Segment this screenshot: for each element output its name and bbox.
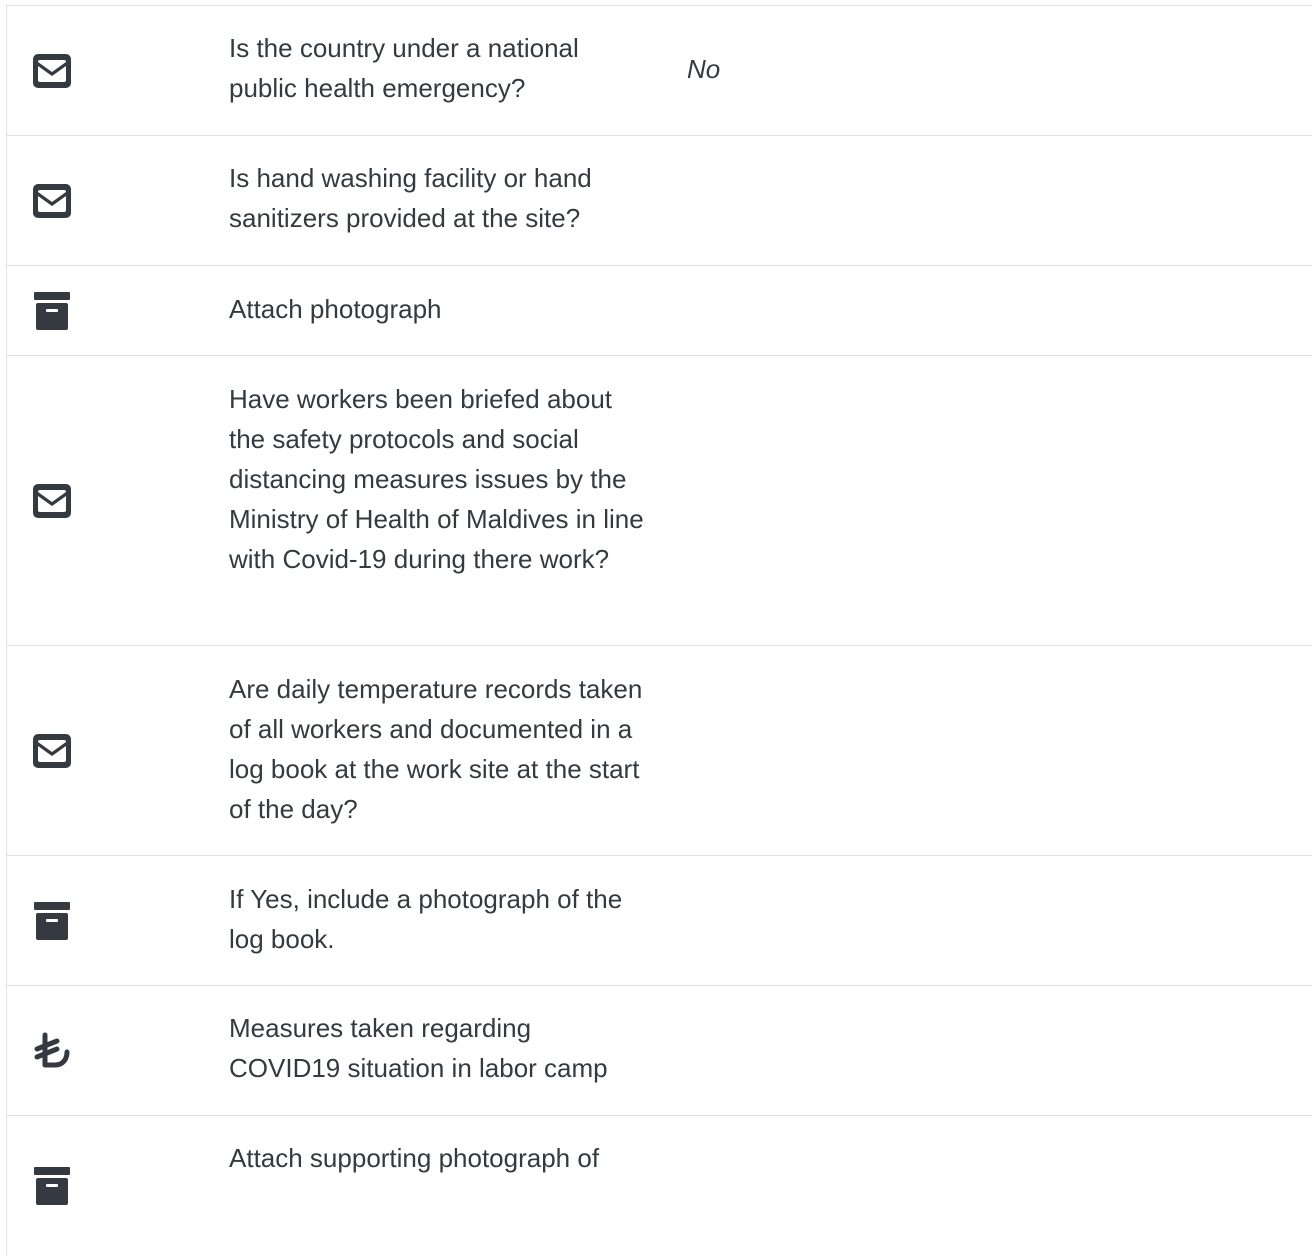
answer-text: No (687, 54, 721, 84)
table-row: Attach supporting photograph of (7, 1116, 1312, 1256)
lira-sign-icon (33, 1032, 71, 1070)
form-answers-table: Is the country under a national public h… (6, 5, 1312, 1256)
envelope-icon (33, 182, 71, 220)
table-row: If Yes, include a photograph of the log … (7, 856, 1312, 986)
table-row: Is hand washing facility or hand sanitiz… (7, 136, 1312, 266)
question-text: Attach supporting photograph of (229, 1143, 600, 1173)
table-row: Measures taken regarding COVID19 situati… (7, 986, 1312, 1116)
question-text: Are daily temperature records taken of a… (229, 674, 643, 824)
archive-box-icon (33, 901, 71, 940)
question-text: Is the country under a national public h… (229, 33, 579, 103)
archive-box-icon (33, 1167, 71, 1205)
table-row: Have workers been briefed about the safe… (7, 356, 1312, 646)
table-row: Attach photograph (7, 266, 1312, 356)
envelope-icon (33, 52, 71, 90)
question-text: If Yes, include a photograph of the log … (229, 884, 623, 954)
question-text: Have workers been briefed about the safe… (229, 384, 644, 574)
question-text: Measures taken regarding COVID19 situati… (229, 1013, 608, 1083)
table-row: Are daily temperature records taken of a… (7, 646, 1312, 856)
question-text: Is hand washing facility or hand sanitiz… (229, 163, 592, 233)
envelope-icon (33, 732, 71, 770)
question-text: Attach photograph (229, 294, 442, 324)
table-row: Is the country under a national public h… (7, 6, 1312, 136)
envelope-icon (33, 482, 71, 520)
archive-box-icon (33, 291, 71, 330)
